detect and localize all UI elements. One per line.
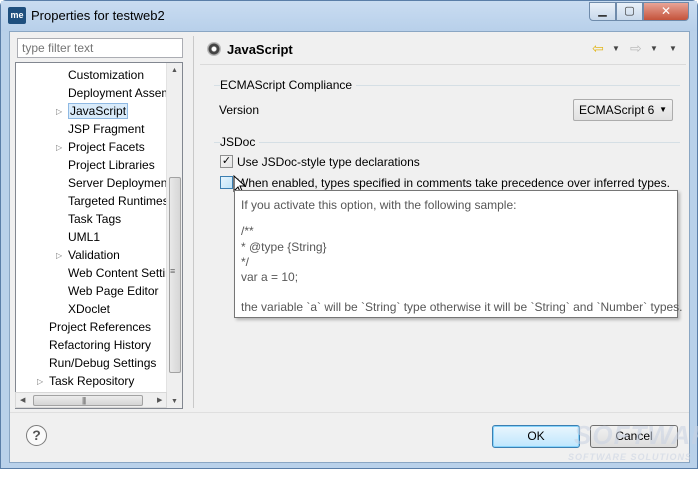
tree-item[interactable]: Run/Debug Settings bbox=[49, 355, 156, 372]
jsdoc-precedence-checkbox[interactable] bbox=[220, 176, 233, 189]
tree-item-label: JavaScript bbox=[68, 103, 129, 119]
javascript-gear-icon bbox=[207, 42, 221, 56]
tree-item-label: Targeted Runtimes bbox=[68, 194, 169, 208]
tooltip-line: var a = 10; bbox=[241, 270, 299, 284]
tree-item[interactable]: UML1 bbox=[68, 229, 100, 246]
header-separator bbox=[200, 64, 686, 65]
jsdoc-precedence-label[interactable]: When enabled, types specified in comment… bbox=[237, 176, 670, 190]
tooltip-line: * @type {String} bbox=[241, 240, 327, 254]
tree-item[interactable]: Project References bbox=[49, 319, 151, 336]
precedence-tooltip: If you activate this option, with the fo… bbox=[234, 190, 683, 318]
tree-item-label: Task Tags bbox=[68, 212, 122, 226]
tree-item-label: Refactoring History bbox=[49, 338, 152, 352]
scroll-left-icon[interactable]: ◀ bbox=[20, 396, 25, 404]
checkmark-icon: ✓ bbox=[221, 155, 232, 167]
expand-arrow-icon[interactable]: ▷ bbox=[56, 103, 64, 120]
version-select[interactable]: ECMAScript 6 ▼ bbox=[573, 99, 673, 121]
view-menu-icon[interactable]: ▼ bbox=[669, 44, 677, 53]
expand-arrow-icon[interactable]: ▷ bbox=[56, 247, 64, 264]
tree-item[interactable]: Targeted Runtimes bbox=[68, 193, 169, 210]
tree-item-label: Project Libraries bbox=[68, 158, 155, 172]
button-bar-separator bbox=[10, 412, 689, 413]
tree-item-label: Run/Debug Settings bbox=[49, 356, 157, 370]
tree-item[interactable]: XDoclet bbox=[68, 301, 110, 318]
tooltip-line: the variable `a` will be `String` type o… bbox=[241, 300, 683, 314]
tree-item-label: Customization bbox=[68, 68, 145, 82]
version-select-value: ECMAScript 6 bbox=[579, 103, 655, 117]
scroll-grip-icon: ≡ bbox=[170, 266, 176, 276]
dialog-body: CustomizationDeployment Assembly▷JavaScr… bbox=[9, 31, 698, 463]
tooltip-line: /** bbox=[241, 224, 254, 238]
help-icon[interactable]: ? bbox=[26, 425, 47, 446]
tree-item[interactable]: ▷ Project Facets bbox=[56, 139, 145, 156]
jsdoc-group-title: JSDoc bbox=[220, 135, 260, 149]
tooltip-line: */ bbox=[241, 255, 250, 269]
tree-item[interactable]: ▷ Validation bbox=[56, 247, 120, 264]
tree-item-label: Project Facets bbox=[68, 140, 145, 154]
tree-item[interactable]: Refactoring History bbox=[49, 337, 151, 354]
filter-input[interactable] bbox=[17, 38, 183, 58]
tree-item-label: UML1 bbox=[68, 230, 101, 244]
chevron-down-icon: ▼ bbox=[659, 105, 667, 114]
forward-arrow-icon[interactable]: ⇨ bbox=[630, 40, 642, 57]
version-label: Version bbox=[219, 103, 260, 117]
tree-item[interactable]: Server Deployment bbox=[68, 175, 171, 192]
scroll-down-icon[interactable]: ▼ bbox=[171, 398, 178, 405]
back-arrow-icon[interactable]: ⇦ bbox=[592, 40, 604, 57]
properties-window: me Properties for testweb2 ▁ ▢ ✕ Customi… bbox=[0, 0, 698, 469]
page-title: JavaScript bbox=[227, 42, 293, 57]
scroll-up-icon[interactable]: ▲ bbox=[171, 67, 178, 74]
ok-button[interactable]: OK bbox=[492, 425, 580, 448]
tree-item[interactable]: ▷ JavaScript bbox=[56, 103, 129, 120]
tree-item-label: XDoclet bbox=[68, 302, 111, 316]
tree-item-label: JSP Fragment bbox=[68, 122, 145, 136]
maximize-button[interactable]: ▢ bbox=[616, 2, 643, 21]
tree-item[interactable]: Web Page Editor bbox=[68, 283, 159, 300]
back-menu-icon[interactable]: ▼ bbox=[612, 44, 620, 53]
tree-item-label: Task Repository bbox=[49, 374, 135, 388]
tree-item[interactable]: JSP Fragment bbox=[68, 121, 144, 138]
tree-item-label: Project References bbox=[49, 320, 152, 334]
tooltip-line: If you activate this option, with the fo… bbox=[241, 198, 517, 212]
title-bar[interactable]: me Properties for testweb2 ▁ ▢ ✕ bbox=[1, 1, 697, 31]
tree-vertical-scrollbar[interactable]: ▲ ▼ ≡ bbox=[166, 63, 182, 408]
tree-item-label: Server Deployment bbox=[68, 176, 171, 190]
window-title: Properties for testweb2 bbox=[31, 8, 165, 23]
hscroll-thumb[interactable]: ||| bbox=[33, 395, 143, 406]
tree-item[interactable]: ▷ Task Repository bbox=[37, 373, 135, 390]
ecmascript-group-title: ECMAScript Compliance bbox=[220, 78, 357, 92]
minimize-button[interactable]: ▁ bbox=[589, 2, 616, 21]
jsdoc-group-border bbox=[214, 142, 680, 143]
jsdoc-style-label[interactable]: Use JSDoc-style type declarations bbox=[237, 155, 420, 169]
tree-item-label: Web Page Editor bbox=[68, 284, 159, 298]
scroll-right-icon[interactable]: ▶ bbox=[157, 396, 162, 404]
app-icon: me bbox=[8, 7, 26, 24]
tree-horizontal-scrollbar[interactable]: ◀ ||| ▶ bbox=[15, 392, 167, 408]
close-button[interactable]: ✕ bbox=[643, 2, 689, 21]
expand-arrow-icon[interactable]: ▷ bbox=[56, 139, 64, 156]
tree-item-label: Validation bbox=[68, 248, 120, 262]
expand-arrow-icon[interactable]: ▷ bbox=[37, 373, 45, 390]
tree-item[interactable]: Task Tags bbox=[68, 211, 121, 228]
forward-menu-icon[interactable]: ▼ bbox=[650, 44, 658, 53]
property-page-tree[interactable]: Customization Deployment Assembly ▷ JavaScr… bbox=[15, 62, 183, 409]
panel-divider[interactable] bbox=[193, 36, 194, 408]
jsdoc-style-checkbox[interactable]: ✓ bbox=[220, 155, 233, 168]
tree-item[interactable]: Project Libraries bbox=[68, 157, 155, 174]
tree-item[interactable]: Customization bbox=[68, 67, 144, 84]
cancel-button[interactable]: Cancel bbox=[590, 425, 678, 448]
hscroll-grip-icon: ||| bbox=[82, 396, 86, 405]
